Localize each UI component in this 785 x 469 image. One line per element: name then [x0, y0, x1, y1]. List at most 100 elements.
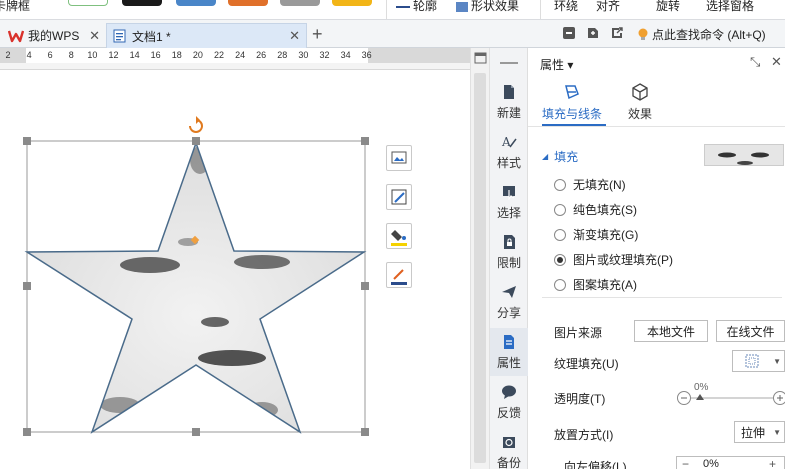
backup-icon	[503, 436, 515, 448]
close-icon[interactable]: ✕	[771, 54, 782, 70]
radio-button[interactable]	[554, 203, 566, 216]
radio-solid-fill[interactable]: 纯色填充(S)	[554, 201, 637, 218]
chevron-down-icon: ▼	[773, 356, 781, 366]
scrollbar-thumb[interactable]	[474, 73, 486, 463]
sidebar-item-new[interactable]: 新建	[490, 78, 528, 126]
ribbon-wrap-button[interactable]: 环绕	[554, 0, 578, 14]
tab-label: 文档1 *	[132, 29, 171, 44]
style-swatch-orange[interactable]	[228, 0, 268, 6]
radio-button[interactable]	[554, 178, 566, 191]
ribbon-rotate-button[interactable]: 旋转	[656, 0, 680, 14]
radio-gradient-fill[interactable]: 渐变填充(G)	[554, 226, 638, 243]
share-doc-icon[interactable]	[610, 26, 624, 40]
collapse-panel-icon[interactable]: ⤡	[750, 54, 760, 70]
shape-style-icon	[391, 189, 407, 205]
shape-outline-button[interactable]	[386, 262, 412, 288]
cube-effect-icon	[632, 83, 648, 101]
ribbon-shape-effect-button[interactable]: 形状效果	[456, 0, 519, 14]
placement-label: 放置方式(I)	[554, 428, 614, 442]
task-pane-nav: 新建 A 样式 选择 限制 分享 属性 反馈 备份	[490, 48, 528, 469]
sidebar-item-select[interactable]: 选择	[490, 178, 528, 226]
document-cloud-icon[interactable]	[586, 26, 600, 40]
radio-no-fill[interactable]: 无填充(N)	[554, 176, 626, 193]
radio-button[interactable]	[554, 228, 566, 241]
texture-fill-dropdown[interactable]: ▼	[732, 350, 785, 372]
new-doc-icon	[504, 84, 514, 99]
online-file-button[interactable]: 在线文件	[716, 320, 785, 342]
close-icon[interactable]: ✕	[89, 28, 100, 44]
ruler-number: 28	[277, 50, 288, 60]
ruler-margin-right	[368, 48, 470, 63]
local-file-button[interactable]: 本地文件	[634, 320, 708, 342]
plus-icon[interactable]: +	[769, 457, 776, 469]
radio-pattern-fill[interactable]: 图案填充(A)	[554, 276, 637, 293]
sidebar-item-property[interactable]: 属性	[490, 328, 528, 376]
placement-dropdown[interactable]: 拉伸 ▼	[734, 421, 785, 443]
style-swatch-yellow[interactable]	[332, 0, 372, 6]
ruler-number: 30	[298, 50, 309, 60]
ruler-number: 18	[171, 50, 182, 60]
ribbon-align-button[interactable]: 对齐	[596, 0, 620, 14]
shape-fill-button[interactable]	[386, 223, 412, 249]
minus-icon[interactable]: −	[682, 457, 689, 469]
tab-fill-and-line[interactable]: 填充与线条	[542, 82, 602, 122]
fill-bucket-icon	[565, 85, 579, 100]
radio-button[interactable]	[554, 278, 566, 291]
offset-left-spinner[interactable]: − 0% +	[676, 456, 785, 469]
rotate-handle[interactable]	[189, 116, 203, 133]
property-icon	[504, 334, 514, 349]
panel-title[interactable]: 属性 ▾	[540, 56, 573, 73]
tab-document1[interactable]: 文档1 * ✕	[106, 23, 307, 48]
command-search[interactable]: 点此查找命令 (Alt+Q)	[637, 26, 766, 43]
document-canvas[interactable]	[0, 70, 470, 469]
ruler-number: 10	[87, 50, 98, 60]
fill-preview-image	[705, 145, 783, 165]
wps-logo-icon	[8, 30, 24, 42]
texture-fill-label: 纹理填充(U)	[554, 357, 619, 371]
tab-effect[interactable]: 效果	[628, 82, 652, 122]
paint-bucket-icon	[391, 230, 407, 246]
sidebar-item-backup[interactable]: 备份	[490, 428, 528, 469]
vertical-scrollbar[interactable]	[470, 48, 490, 469]
split-view-icon[interactable]	[471, 51, 491, 65]
ribbon-divider	[540, 0, 541, 19]
transparency-value: 0%	[694, 382, 709, 393]
fill-section-header[interactable]: ◢ 填充	[542, 148, 578, 165]
sidebar-item-feedback[interactable]: 反馈	[490, 378, 528, 426]
drag-grip[interactable]	[500, 62, 518, 64]
ruler-number: 32	[319, 50, 330, 60]
radio-picture-texture-fill[interactable]: 图片或纹理填充(P)	[554, 251, 673, 268]
layout-options-icon	[391, 151, 407, 164]
sidebar-item-share[interactable]: 分享	[490, 278, 528, 326]
lightbulb-icon	[638, 28, 648, 40]
minimize-window-icon[interactable]	[562, 26, 576, 40]
shape-style-button[interactable]	[386, 184, 412, 210]
ruler-number: 8	[68, 50, 74, 60]
tab-my-wps[interactable]: 我的WPS ✕	[4, 23, 106, 48]
style-swatch-gray[interactable]	[280, 0, 320, 6]
sidebar-item-style[interactable]: A 样式	[490, 128, 528, 176]
tab-divider	[528, 126, 785, 127]
ribbon-outline-button[interactable]: 轮廓	[396, 0, 437, 14]
horizontal-ruler[interactable]: 2 4 6 8 10 12 14 16 18 20 22 24 26 28 30 32 34 36	[0, 48, 470, 70]
ruler-number: 22	[213, 50, 225, 60]
layout-options-button[interactable]	[386, 145, 412, 171]
style-swatch-black[interactable]	[122, 0, 162, 6]
ruler-number: 14	[129, 50, 140, 60]
ribbon-toolbar: 卡牌框 轮廓 形状效果 环绕 对齐 旋转 选择窗格	[0, 0, 785, 20]
ruler-number: 20	[192, 50, 203, 60]
close-icon[interactable]: ✕	[289, 28, 300, 44]
transparency-slider[interactable]: 0%	[676, 382, 785, 408]
style-swatch-blue[interactable]	[176, 0, 216, 6]
sidebar-item-restrict[interactable]: 限制	[490, 228, 528, 276]
offset-left-label: 向左偏移(L)	[564, 460, 627, 469]
radio-button-selected[interactable]	[554, 253, 566, 266]
ribbon-label-cardframe[interactable]: 卡牌框	[0, 0, 30, 14]
texture-grid-icon	[745, 354, 759, 368]
style-swatch-green[interactable]	[68, 0, 108, 6]
offset-left-value[interactable]: 0%	[703, 458, 719, 469]
share-icon	[502, 285, 516, 298]
new-tab-button[interactable]: +	[312, 24, 323, 45]
fill-preview-thumbnail[interactable]	[704, 144, 784, 166]
ribbon-selection-pane-button[interactable]: 选择窗格	[706, 0, 754, 14]
